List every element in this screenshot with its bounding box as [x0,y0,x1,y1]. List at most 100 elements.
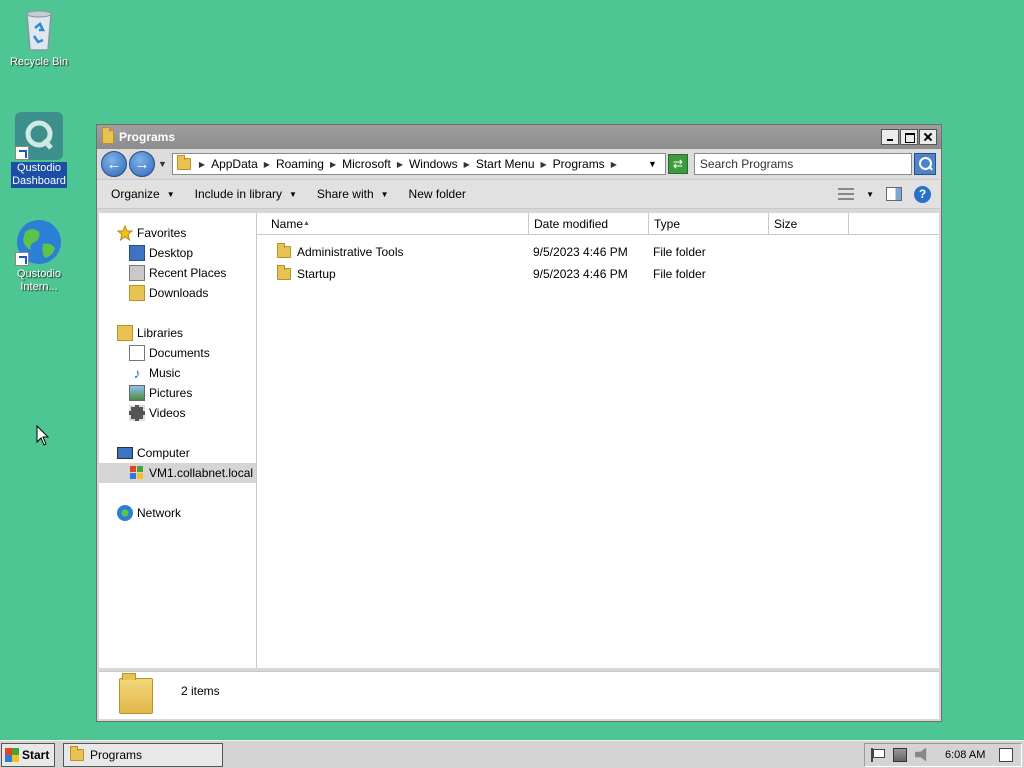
nav-network[interactable]: Network [99,503,256,523]
title-bar[interactable]: Programs [97,125,941,149]
nav-pictures[interactable]: Pictures [99,383,256,403]
breadcrumb-separator-icon[interactable]: ▶ [199,160,205,169]
breadcrumb: ▶ AppData ▶ Roaming ▶ Microsoft ▶ Window… [193,157,623,171]
clock[interactable]: 6:08 AM [945,749,985,761]
column-header-type[interactable]: Type [649,213,769,235]
folder-icon [70,745,84,761]
nav-documents[interactable]: Documents [99,343,256,363]
breadcrumb-separator-icon[interactable]: ▶ [464,160,470,169]
desktop-icon-qustodio-dashboard[interactable]: Qustodio Dashboard [4,112,74,188]
folder-icon [119,672,153,714]
new-folder-label: New folder [408,187,466,201]
breadcrumb-separator-icon[interactable]: ▶ [264,160,270,169]
maximize-button[interactable] [900,129,918,145]
nav-label: Documents [149,346,210,360]
help-icon[interactable]: ? [914,185,931,203]
address-dropdown-icon[interactable]: ▼ [648,159,661,169]
organize-button[interactable]: Organize ▼ [111,187,175,201]
chevron-down-icon: ▼ [380,189,389,199]
action-center-flag-icon[interactable] [871,747,885,762]
search-input[interactable]: Search Programs [693,153,912,175]
start-button[interactable]: Start [1,742,55,767]
mouse-cursor-icon [36,424,50,450]
file-list: Name ▲ Date modified Type Size Administr… [257,213,939,668]
file-date: 9/5/2023 4:46 PM [533,245,628,259]
refresh-button[interactable]: ⇄ [667,154,688,174]
share-with-button[interactable]: Share with ▼ [317,187,389,201]
change-view-icon[interactable] [838,188,855,200]
pictures-icon [129,385,145,401]
forward-button[interactable]: → [129,151,155,177]
desktop-icon-label: Recycle Bin [9,56,69,68]
nav-recent-places[interactable]: Recent Places [99,263,256,283]
minimize-button[interactable] [881,129,899,145]
breadcrumb-separator-icon[interactable]: ▶ [397,160,403,169]
file-type: File folder [653,245,706,259]
breadcrumb-separator-icon[interactable]: ▶ [611,160,617,169]
nav-downloads[interactable]: Downloads [99,283,256,303]
taskbar-item-label: Programs [90,747,143,762]
file-name: Startup [297,267,336,281]
nav-network-drive[interactable]: VM1.collabnet.local (\\ [99,463,256,483]
nav-computer[interactable]: Computer [99,443,256,463]
include-in-library-button[interactable]: Include in library ▼ [195,187,297,201]
search-button[interactable] [913,153,936,175]
column-header-name[interactable]: Name ▲ [257,213,529,235]
system-tray: 6:08 AM [864,742,1022,767]
nav-music[interactable]: ♪ Music [99,363,256,383]
desktop-icon-qustodio-internet[interactable]: Qustodio Intern... [4,218,74,294]
music-note-icon: ♪ [133,365,141,381]
desktop-icon-recycle-bin[interactable]: Recycle Bin [4,6,74,69]
view-options-dropdown-icon[interactable]: ▼ [866,190,874,199]
breadcrumb-item[interactable]: Programs [553,157,605,171]
breadcrumb-item[interactable]: Start Menu [476,157,535,171]
file-row[interactable]: Startup 9/5/2023 4:46 PM File folder [257,263,939,285]
taskbar: Start Programs 6:08 AM [0,740,1024,768]
nav-label: Downloads [149,286,209,300]
nav-favorites[interactable]: Favorites [99,223,256,243]
command-bar: Organize ▼ Include in library ▼ Share with… [97,179,941,209]
breadcrumb-item[interactable]: Windows [409,157,458,171]
show-desktop-icon[interactable] [999,747,1014,762]
chevron-down-icon: ▼ [166,189,175,199]
nav-label: Desktop [149,246,194,260]
downloads-folder-icon [129,285,145,301]
column-header-label: Size [774,217,798,231]
folder-icon [176,155,191,170]
back-button[interactable]: ← [101,151,127,177]
taskbar-item-programs[interactable]: Programs [63,742,223,767]
include-in-library-label: Include in library [194,187,282,201]
close-button[interactable] [919,129,937,145]
breadcrumb-separator-icon[interactable]: ▶ [541,160,547,169]
nav-label: VM1.collabnet.local (\\ [149,466,256,480]
breadcrumb-separator-icon[interactable]: ▶ [330,160,336,169]
network-status-icon[interactable] [893,747,907,762]
breadcrumb-item[interactable]: AppData [211,157,258,171]
folder-icon [277,265,291,280]
organize-label: Organize [111,187,160,201]
videos-film-icon [129,405,145,421]
navigation-bar: ← → ▼ ▶ AppData ▶ Roaming ▶ Microsoft ▶ … [97,149,941,179]
column-header-date[interactable]: Date modified [529,213,649,235]
recent-pages-dropdown[interactable]: ▼ [158,159,167,169]
file-row[interactable]: Administrative Tools 9/5/2023 4:46 PM Fi… [257,241,939,263]
address-bar[interactable]: ▶ AppData ▶ Roaming ▶ Microsoft ▶ Window… [171,153,666,175]
globe-icon [15,218,63,266]
recycle-bin-icon [15,6,63,54]
column-header-size[interactable]: Size [769,213,849,235]
nav-label: Network [137,506,182,520]
nav-libraries[interactable]: Libraries [99,323,256,343]
item-count: 2 items [181,684,220,698]
preview-pane-icon[interactable] [886,187,902,201]
nav-label: Computer [137,446,190,460]
new-folder-button[interactable]: New folder [409,187,466,201]
breadcrumb-item[interactable]: Microsoft [342,157,391,171]
volume-muted-icon[interactable] [915,747,927,762]
nav-desktop[interactable]: Desktop [99,243,256,263]
recent-places-icon [129,265,145,281]
file-name: Administrative Tools [297,245,404,259]
breadcrumb-item[interactable]: Roaming [276,157,324,171]
navigation-pane: Favorites Desktop Recent Places Download… [99,213,257,668]
nav-videos[interactable]: Videos [99,403,256,423]
file-date: 9/5/2023 4:46 PM [533,267,628,281]
